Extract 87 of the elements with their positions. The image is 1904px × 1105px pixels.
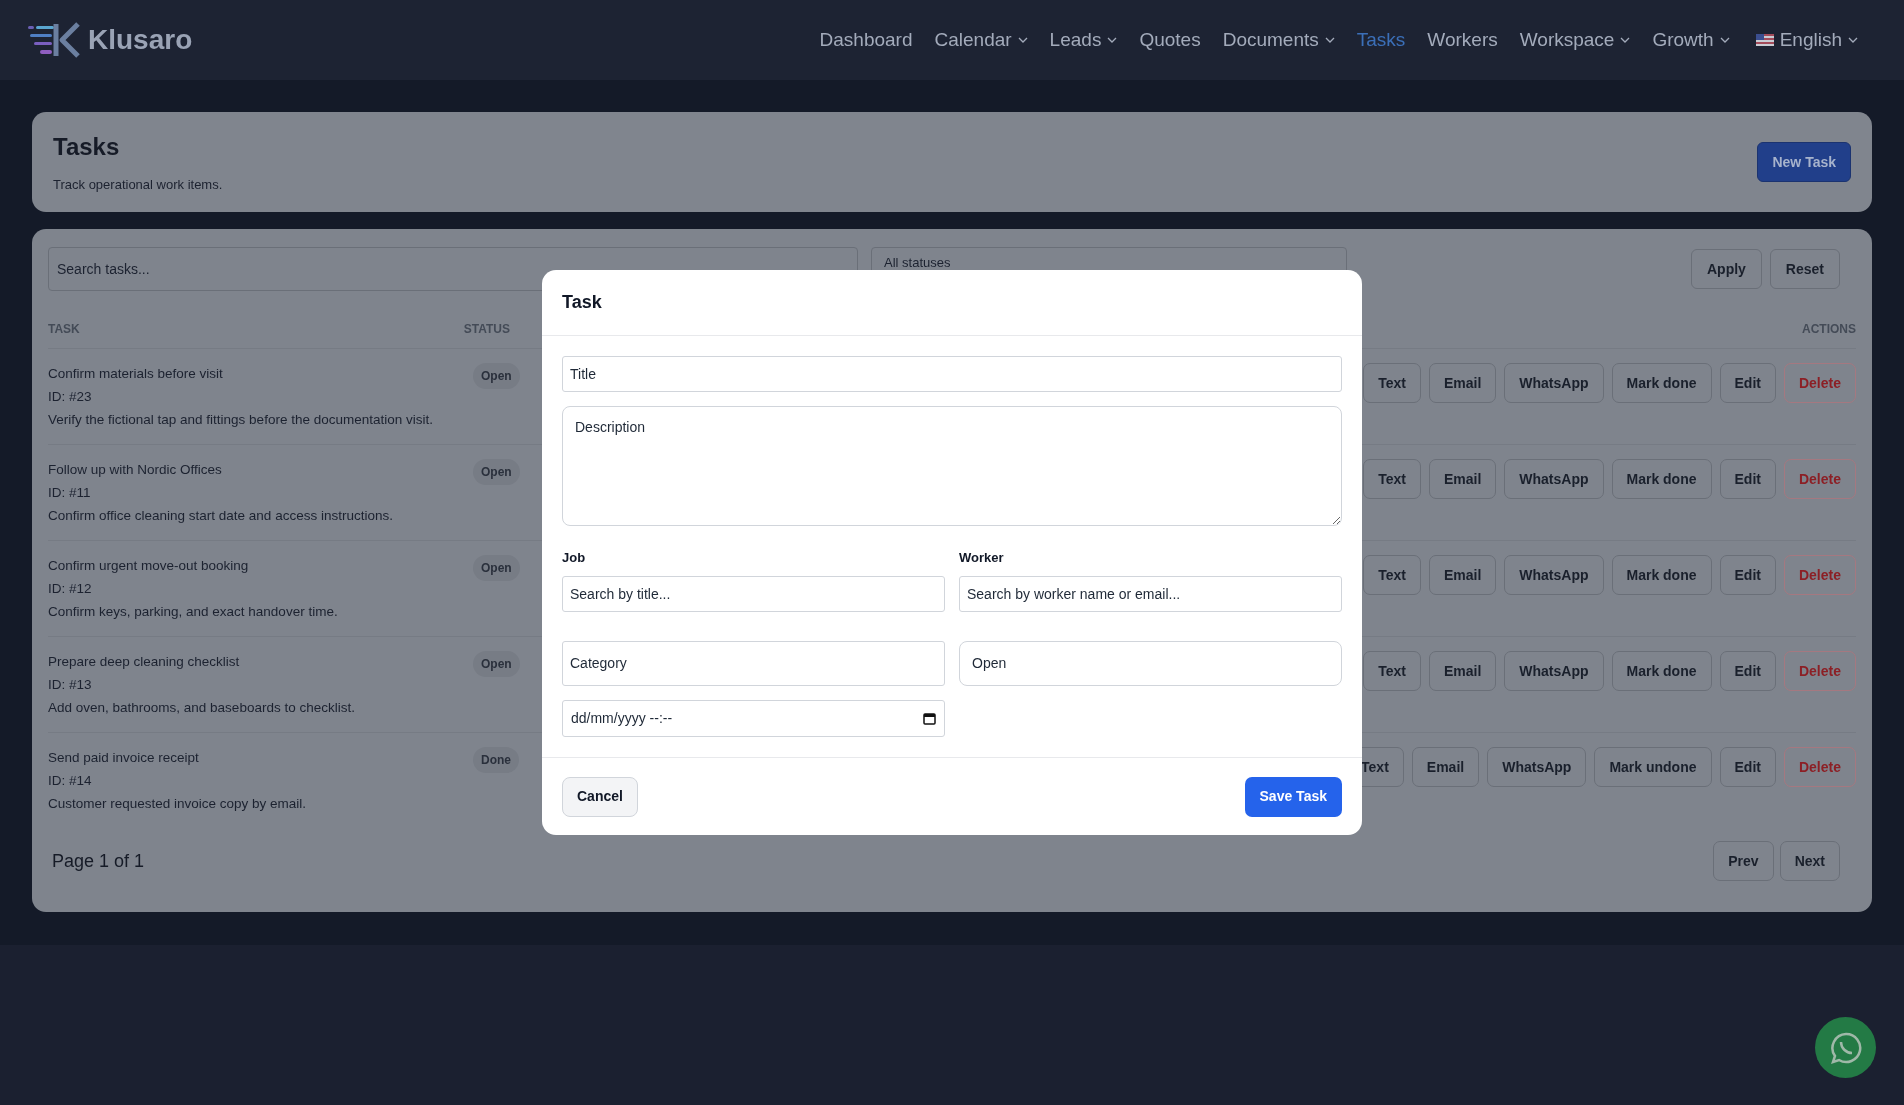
action-button[interactable]: Edit [1719, 747, 1776, 787]
nav-link[interactable]: Calendar [934, 25, 1028, 55]
action-button[interactable]: Text [1363, 555, 1421, 595]
action-button[interactable]: Edit [1719, 459, 1776, 499]
category-field[interactable]: Category [562, 640, 945, 686]
nav-link[interactable]: Quotes [1139, 25, 1201, 55]
task-id: ID: #11 [48, 484, 92, 501]
action-button[interactable]: Text [1363, 363, 1421, 403]
action-button[interactable]: Email [1428, 459, 1497, 499]
action-button[interactable]: Mark done [1611, 363, 1712, 403]
nav-link[interactable]: Documents [1222, 25, 1335, 55]
language-selector[interactable]: English [1755, 25, 1858, 55]
new-task-button[interactable]: New Task [1757, 142, 1851, 182]
task-title: Follow up with Nordic Offices [48, 461, 223, 478]
action-button[interactable]: Text [1363, 651, 1421, 691]
task-description: Confirm office cleaning start date and access instructions. [48, 507, 394, 524]
job-label: Job [562, 549, 587, 567]
action-button[interactable]: Mark done [1611, 555, 1712, 595]
task-title: Confirm materials before visit [48, 365, 224, 382]
flag-icon [1755, 34, 1774, 46]
chevron-down-icon [1848, 37, 1858, 43]
action-button[interactable]: WhatsApp [1504, 459, 1604, 499]
action-button[interactable]: Email [1411, 747, 1480, 787]
nav-link[interactable]: Growth [1652, 25, 1730, 55]
action-button[interactable]: Email [1428, 651, 1497, 691]
job-search-field[interactable]: Search by title... [562, 575, 945, 612]
dialog-title: Task [562, 291, 602, 314]
nav-link[interactable]: Leads [1049, 25, 1118, 55]
pagination-button[interactable]: Next [1779, 841, 1840, 881]
task-id: ID: #12 [48, 580, 93, 597]
nav-link[interactable]: Tasks [1356, 25, 1406, 55]
cancel-button[interactable]: Cancel [562, 776, 638, 817]
status-badge: Open [473, 555, 520, 581]
task-title: Send paid invoice receipt [48, 749, 200, 766]
column-header: ACTIONS [1802, 320, 1856, 338]
action-button[interactable]: Delete [1783, 555, 1856, 595]
action-button[interactable]: WhatsApp [1487, 747, 1587, 787]
action-button[interactable]: Edit [1719, 651, 1776, 691]
worker-label: Worker [959, 549, 1005, 567]
task-description: Customer requested invoice copy by email. [48, 795, 308, 812]
action-button[interactable]: WhatsApp [1504, 363, 1604, 403]
status-badge: Open [473, 459, 520, 485]
nav-link[interactable]: Dashboard [819, 25, 913, 55]
action-button[interactable]: Delete [1783, 747, 1856, 787]
status-badge: Done [473, 747, 519, 773]
nav-link[interactable]: Workspace [1519, 25, 1631, 55]
brand-name: Klusaro [88, 23, 193, 57]
task-id: ID: #23 [48, 388, 93, 405]
filter-button[interactable]: Apply [1690, 249, 1762, 289]
task-title: Confirm urgent move-out booking [48, 557, 250, 574]
column-header: TASK [48, 320, 80, 338]
action-button[interactable]: Mark done [1611, 651, 1712, 691]
page-subtitle: Track operational work items. [53, 176, 223, 195]
column-header: STATUS [463, 320, 510, 338]
nav-link[interactable]: Workers [1427, 25, 1498, 55]
page-title: Tasks [53, 132, 121, 163]
task-description: Confirm keys, parking, and exact handover time. [48, 603, 339, 620]
task-description: Add oven, bathrooms, and baseboards to checklist. [48, 699, 356, 716]
action-button[interactable]: Delete [1783, 459, 1856, 499]
title-field[interactable]: Title [562, 356, 1342, 392]
due-date-field[interactable]: dd/mm/yyyy --:-- [562, 699, 945, 737]
action-button[interactable]: Email [1428, 363, 1497, 403]
description-field[interactable]: Description [562, 406, 1342, 526]
page-indicator: Page 1 of 1 [52, 849, 145, 873]
action-button[interactable]: Edit [1719, 363, 1776, 403]
action-button[interactable]: Mark done [1611, 459, 1712, 499]
action-button[interactable]: Text [1363, 459, 1421, 499]
status-badge: Open [473, 651, 520, 677]
action-button[interactable]: Edit [1719, 555, 1776, 595]
chat-bubble-icon [1828, 1030, 1863, 1065]
action-button[interactable]: Mark undone [1594, 747, 1712, 787]
calendar-icon [923, 711, 936, 725]
task-title: Prepare deep cleaning checklist [48, 653, 241, 670]
pagination-button[interactable]: Prev [1713, 841, 1774, 881]
task-id: ID: #13 [48, 676, 93, 693]
filter-button[interactable]: Reset [1769, 249, 1840, 289]
action-button[interactable]: WhatsApp [1504, 555, 1604, 595]
action-button[interactable]: Email [1428, 555, 1497, 595]
action-button[interactable]: Delete [1783, 363, 1856, 403]
status-badge: Open [473, 363, 520, 389]
task-id: ID: #14 [48, 772, 93, 789]
save-task-button[interactable]: Save Task [1244, 776, 1342, 817]
status-select[interactable]: Open [959, 640, 1342, 686]
action-button[interactable]: WhatsApp [1504, 651, 1604, 691]
task-description: Verify the fictional tap and fittings before the documentation visit. [48, 411, 434, 428]
worker-search-field[interactable]: Search by worker name or email... [959, 575, 1342, 612]
action-button[interactable]: Delete [1783, 651, 1856, 691]
